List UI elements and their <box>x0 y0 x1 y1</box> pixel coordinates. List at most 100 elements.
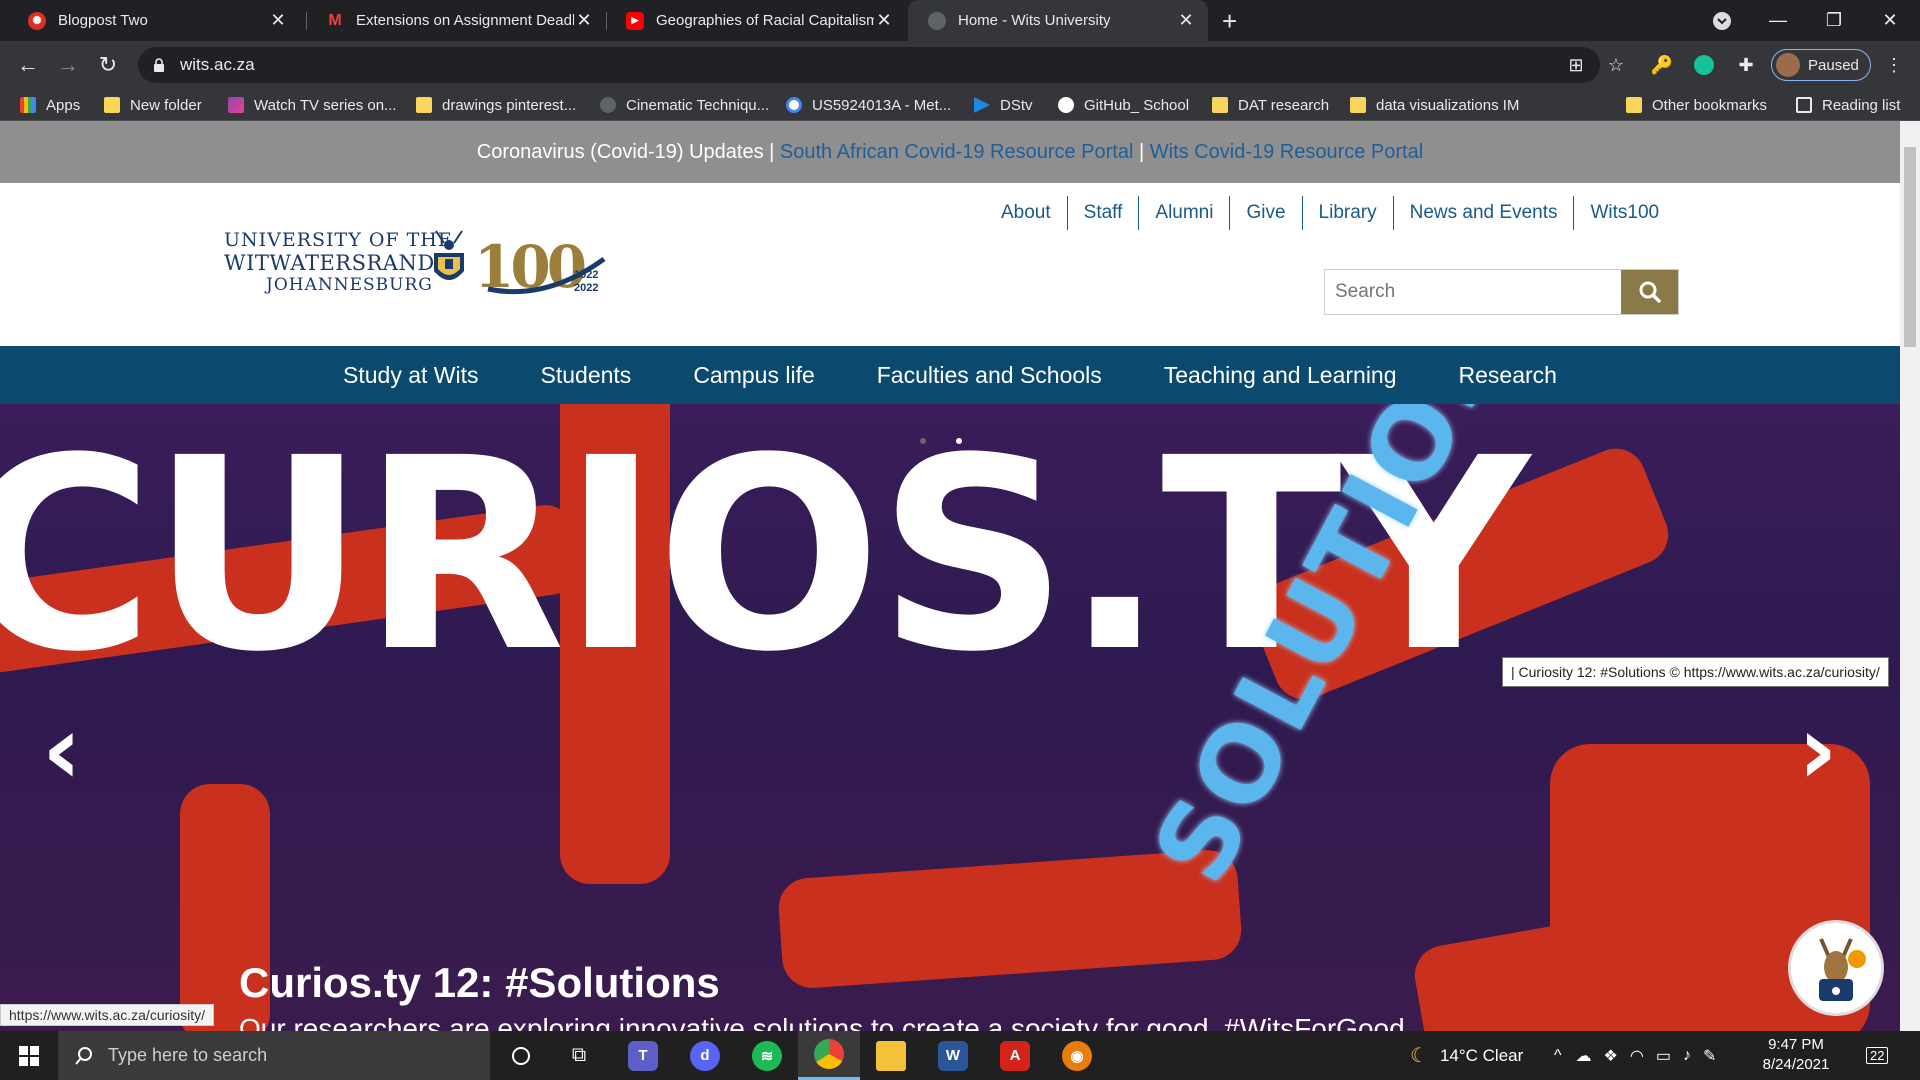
nav-study-at-wits[interactable]: Study at Wits <box>312 362 509 389</box>
util-nav-news-events[interactable]: News and Events <box>1392 196 1574 230</box>
nav-teaching-learning[interactable]: Teaching and Learning <box>1133 362 1428 389</box>
weather-widget[interactable]: ☾ 14°C Clear <box>1410 1031 1523 1080</box>
notification-center[interactable]: 22 <box>1866 1031 1889 1080</box>
bookmark-reading-list[interactable]: Reading list <box>1796 89 1900 121</box>
logo-line-3: JOHANNESBURG <box>266 275 433 295</box>
tab-gmail[interactable]: M Extensions on Assignment Deadli ✕ <box>306 0 606 41</box>
nav-faculties-schools[interactable]: Faculties and Schools <box>846 362 1133 389</box>
restore-icon[interactable]: ❐ <box>1806 0 1862 41</box>
file-explorer-icon[interactable] <box>860 1031 922 1080</box>
tab-wits-home[interactable]: Home - Wits University ✕ <box>908 0 1208 41</box>
lock-icon <box>154 58 164 72</box>
carousel-prev-icon[interactable]: ‹ <box>42 694 82 806</box>
back-icon[interactable]: ← <box>12 49 44 81</box>
close-window-icon[interactable]: ✕ <box>1862 0 1918 41</box>
dropbox-icon[interactable]: ❖ <box>1604 1046 1618 1066</box>
wifi-icon[interactable]: ◠ <box>1630 1046 1644 1066</box>
bookmark-dat-research[interactable]: DAT research <box>1212 89 1329 121</box>
bookmark-patent[interactable]: US5924013A - Met... <box>786 89 951 121</box>
scrollbar-thumb[interactable] <box>1904 147 1916 347</box>
blender-app-icon[interactable]: ◉ <box>1046 1031 1108 1080</box>
reload-icon[interactable]: ↻ <box>92 49 124 81</box>
pen-icon[interactable]: ✎ <box>1703 1046 1716 1066</box>
browser-tab-strip: ✺ Blogpost Two ✕ M Extensions on Assignm… <box>0 0 1920 41</box>
qr-code-icon[interactable]: ⊞ <box>1564 53 1588 77</box>
nav-campus-life[interactable]: Campus life <box>662 362 845 389</box>
avatar <box>1776 53 1800 77</box>
profile-button[interactable]: Paused <box>1771 49 1871 81</box>
wits-covid-portal-link[interactable]: Wits Covid-19 Resource Portal <box>1150 141 1423 164</box>
nav-research[interactable]: Research <box>1428 362 1588 389</box>
close-tab-icon[interactable]: ✕ <box>268 10 288 31</box>
chat-mascot-button[interactable] <box>1788 920 1884 1016</box>
menu-kebab-icon[interactable]: ⋮ <box>1882 53 1906 77</box>
hero-caption[interactable]: Curios.ty 12: #Solutions <box>239 959 720 1007</box>
site-header: UNIVERSITY OF THE WITWATERSRAND, JOHANNE… <box>0 183 1900 346</box>
search-button[interactable] <box>1621 270 1678 314</box>
bookmark-watch-tv[interactable]: Watch TV series on... <box>228 89 397 121</box>
teams-app-icon[interactable]: T <box>612 1031 674 1080</box>
acrobat-app-icon[interactable]: A <box>984 1031 1046 1080</box>
bookmark-dstv[interactable]: DStv <box>974 89 1033 121</box>
reading-list-icon <box>1796 97 1812 113</box>
util-nav-wits100[interactable]: Wits100 <box>1573 196 1675 230</box>
discord-app-icon[interactable]: d <box>674 1031 736 1080</box>
word-app-icon[interactable]: W <box>922 1031 984 1080</box>
battery-icon[interactable]: ▭ <box>1656 1046 1671 1066</box>
tab-youtube[interactable]: ▶ Geographies of Racial Capitalism ✕ <box>606 0 906 41</box>
show-hidden-icons-icon[interactable]: ^ <box>1554 1047 1562 1065</box>
covid-banner: Coronavirus (Covid-19) Updates | South A… <box>0 121 1900 183</box>
nav-students[interactable]: Students <box>510 362 663 389</box>
new-tab-icon[interactable]: + <box>1222 6 1237 37</box>
close-tab-icon[interactable]: ✕ <box>1176 10 1196 31</box>
taskbar-search-placeholder: Type here to search <box>108 1045 268 1065</box>
minimize-icon[interactable]: ― <box>1750 0 1806 41</box>
bookmark-label: Watch TV series on... <box>254 96 397 114</box>
cortana-icon[interactable] <box>490 1031 552 1080</box>
profile-status: Paused <box>1808 56 1859 74</box>
hero-carousel[interactable]: CURIOS.TY SOLUTIONS ‹ › Curios.ty 12: #S… <box>0 404 1900 1031</box>
taskbar-clock[interactable]: 9:47 PM 8/24/2021 <box>1750 1035 1842 1075</box>
util-nav-give[interactable]: Give <box>1229 196 1301 230</box>
chrome-app-icon[interactable] <box>798 1031 860 1080</box>
tv-icon <box>228 97 244 113</box>
windows-start-button[interactable] <box>0 1031 58 1080</box>
bookmark-cinematic[interactable]: Cinematic Techniqu... <box>600 89 769 121</box>
bookmark-github[interactable]: GitHub_ School <box>1058 89 1189 121</box>
bookmark-star-icon[interactable]: ☆ <box>1604 53 1628 77</box>
carousel-next-icon[interactable]: › <box>1798 694 1838 806</box>
bookmark-label: US5924013A - Met... <box>812 96 952 114</box>
extension-key-icon[interactable]: 🔑 <box>1650 53 1674 77</box>
folder-icon <box>1350 97 1366 113</box>
address-bar[interactable]: wits.ac.za <box>138 47 1600 83</box>
onedrive-icon[interactable]: ☁ <box>1576 1046 1592 1066</box>
bookmark-apps[interactable]: Apps <box>20 89 80 121</box>
grammarly-icon[interactable] <box>1692 53 1716 77</box>
tab-search-icon[interactable] <box>1694 0 1750 41</box>
bookmark-other[interactable]: Other bookmarks <box>1626 89 1767 121</box>
util-nav-alumni[interactable]: Alumni <box>1138 196 1229 230</box>
tab-blogpost[interactable]: ✺ Blogpost Two ✕ <box>8 0 300 41</box>
windows-taskbar: Type here to search ⧉ T d ≋ W A ◉ ☾ 14°C… <box>0 1031 1920 1080</box>
bookmark-data-viz[interactable]: data visualizations IM <box>1350 89 1519 121</box>
bookmark-drawings[interactable]: drawings pinterest... <box>416 89 576 121</box>
close-tab-icon[interactable]: ✕ <box>574 10 594 31</box>
bookmark-new-folder[interactable]: New folder <box>104 89 202 121</box>
wits-logo[interactable]: UNIVERSITY OF THE WITWATERSRAND, JOHANNE… <box>224 221 606 311</box>
search-icon <box>1639 281 1661 303</box>
taskbar-search-box[interactable]: Type here to search <box>58 1031 490 1080</box>
util-nav-about[interactable]: About <box>985 196 1067 230</box>
close-tab-icon[interactable]: ✕ <box>874 10 894 31</box>
volume-icon[interactable]: ♪ <box>1683 1047 1691 1065</box>
util-nav-library[interactable]: Library <box>1301 196 1393 230</box>
search-input[interactable] <box>1325 270 1621 314</box>
covid-separator: | <box>1138 140 1145 163</box>
sa-covid-portal-link[interactable]: South African Covid-19 Resource Portal <box>780 141 1134 164</box>
folder-icon <box>1212 97 1228 113</box>
extensions-puzzle-icon[interactable]: ✚ <box>1734 53 1758 77</box>
task-view-icon[interactable]: ⧉ <box>548 1031 610 1080</box>
forward-icon[interactable]: → <box>52 49 84 81</box>
util-nav-staff[interactable]: Staff <box>1066 196 1139 230</box>
spotify-app-icon[interactable]: ≋ <box>736 1031 798 1080</box>
page-scrollbar[interactable] <box>1900 121 1920 1031</box>
